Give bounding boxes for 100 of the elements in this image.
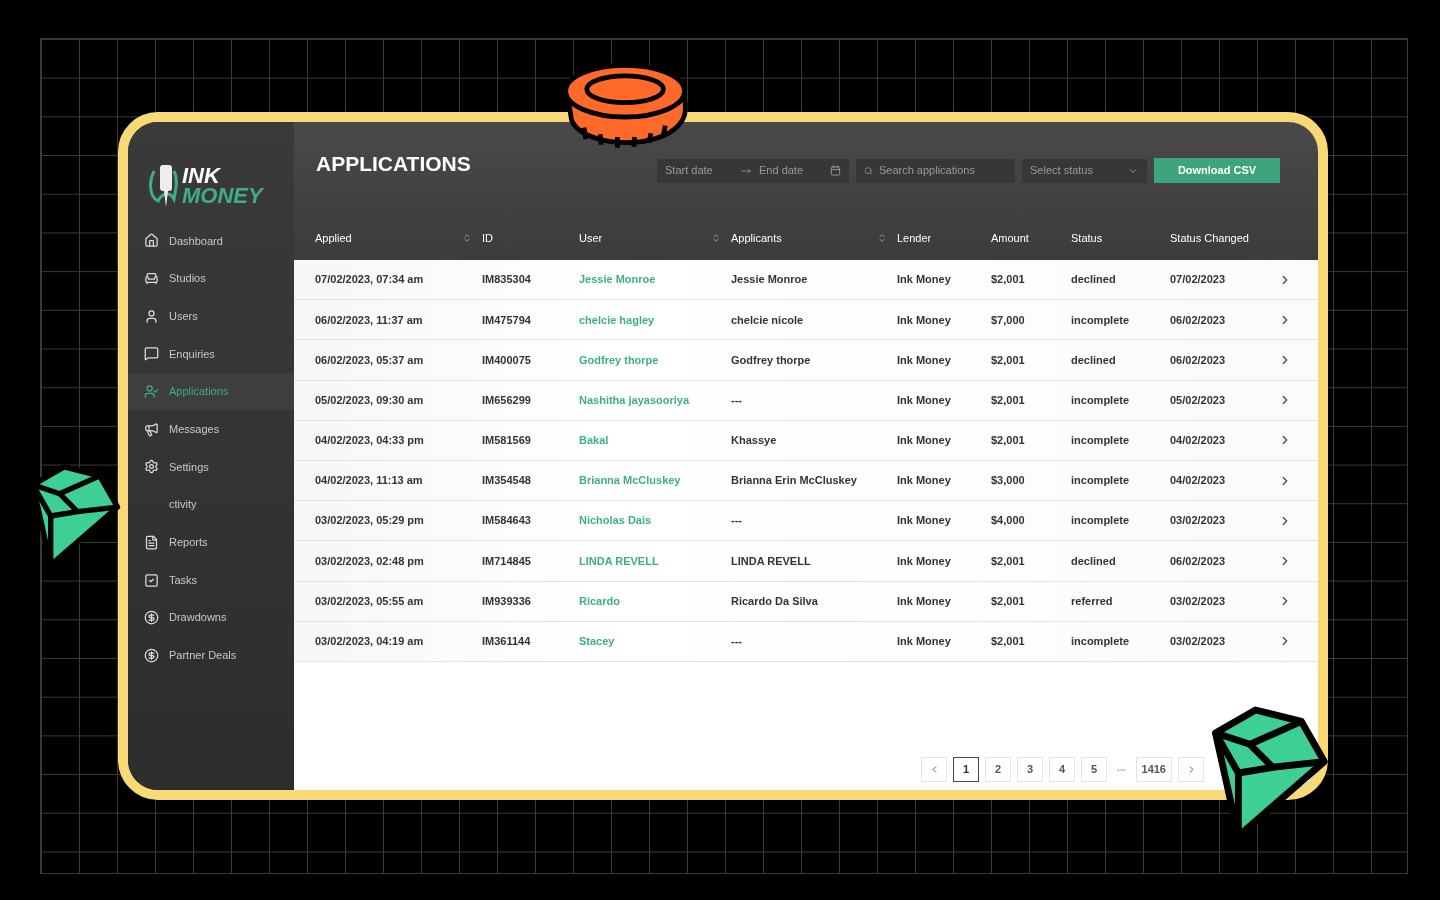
column-header[interactable]: ID — [482, 229, 493, 247]
table-cell-text: 06/02/2023, 05:37 am — [315, 352, 425, 368]
table-cell-text: $2,001 — [991, 553, 1026, 569]
sidebar-item[interactable]: Reports — [128, 523, 294, 562]
table-cell-text: $2,001 — [991, 272, 1026, 288]
table-row[interactable]: 04/02/2023, 11:13 am IM354548 Brianna McCluskey Brianna Erin McCluskey Ink Money $3,000 incomplete 04/02/2023 — [294, 460, 1318, 502]
table-cell-text: IM361144 — [482, 634, 532, 650]
end-date-placeholder: End date — [759, 163, 805, 179]
table-cell-text: $2,001 — [991, 433, 1026, 449]
page-button[interactable]: 5 — [1081, 757, 1108, 782]
table-cell-text: 06/02/2023 — [1170, 352, 1227, 368]
table-cell-text: IM584643 — [482, 513, 532, 529]
table-cell-text: $2,001 — [991, 352, 1026, 368]
column-header[interactable]: Applied — [315, 229, 352, 247]
table-cell-text: 07/02/2023, 07:34 am — [315, 272, 425, 288]
table-cell-text: IM354548 — [482, 473, 532, 489]
table-cell-text: Ink Money — [897, 513, 952, 529]
table-cell-text: declined — [1071, 272, 1117, 288]
table-cell-text: IM581569 — [482, 433, 532, 449]
calendar-icon — [830, 165, 841, 176]
date-range-field[interactable]: Start date End date — [657, 158, 849, 183]
ellipsis: ••• — [1116, 763, 1127, 776]
sort-icon[interactable] — [877, 233, 887, 243]
search-field[interactable]: Search applications — [856, 158, 1015, 183]
table-cell-text: Ink Money — [897, 392, 952, 408]
chat-icon — [144, 346, 159, 362]
user-icon — [144, 308, 159, 324]
table-cell-text: declined — [1071, 553, 1117, 569]
table-row[interactable]: 03/02/2023, 05:55 am IM939336 Ricardo Ricardo Da Silva Ink Money $2,001 referred 03/02/2023 — [294, 581, 1318, 622]
table-cell-text: 06/02/2023 — [1170, 312, 1227, 328]
sidebar-item[interactable]: Messages — [128, 410, 294, 449]
table-row[interactable]: 06/02/2023, 05:37 am IM400075 Godfrey thorpe Godfrey thorpe Ink Money $2,001 declined 06/02/2023 — [294, 340, 1318, 381]
column-header[interactable]: Amount — [991, 229, 1029, 247]
table-cell-text: 04/02/2023 — [1170, 473, 1227, 489]
table-cell-text: IM475794 — [482, 312, 532, 328]
search-icon — [864, 165, 873, 176]
table-cell-text: $3,000 — [991, 473, 1026, 489]
page-button[interactable]: 1416 — [1135, 757, 1172, 782]
table-cell-text: 04/02/2023, 11:13 am — [315, 473, 424, 489]
table-cell-text: IM400075 — [482, 352, 532, 368]
megaphone-icon — [144, 421, 159, 437]
table-cell-text: incomplete — [1071, 473, 1131, 489]
sidebar-item[interactable]: ctivity — [128, 485, 294, 524]
sidebar-item[interactable]: Settings — [128, 448, 294, 486]
sidebar-item[interactable]: Drawdowns — [128, 598, 294, 637]
column-header[interactable]: Lender — [897, 229, 932, 247]
column-header[interactable]: Status Changed — [1170, 229, 1249, 247]
table-row[interactable]: 05/02/2023, 09:30 am IM656299 Nashitha jayasooriya --- Ink Money $2,001 incomplete 05/02/2023 — [294, 380, 1318, 421]
logo-text: INK — [182, 166, 222, 186]
table-row[interactable]: 06/02/2023, 11:37 am IM475794 chelcie hagley chelcie nicole Ink Money $7,000 incomplete 06/02/2023 — [294, 300, 1318, 341]
table-cell-text: $4,000 — [991, 513, 1026, 529]
table-cell-text: Ricardo Da Silva — [731, 593, 819, 609]
sidebar-item[interactable]: Studios — [128, 259, 294, 298]
table-cell-text: incomplete — [1071, 433, 1131, 449]
sort-icon[interactable] — [462, 233, 472, 243]
table-cell-text: 05/02/2023, 09:30 am — [315, 392, 425, 408]
table-cell-text: 03/02/2023, 05:29 pm — [315, 513, 425, 529]
table-cell-text: Ink Money — [897, 634, 952, 650]
table-cell-text: Godfrey thorpe — [731, 352, 812, 368]
table-cell-text: IM714845 — [482, 553, 532, 569]
table-cell-text: chelcie nicole — [731, 312, 805, 328]
chair-icon — [144, 271, 159, 287]
table-cell-text: incomplete — [1071, 392, 1131, 408]
status-select[interactable]: Select status — [1022, 158, 1147, 183]
user-icon — [144, 384, 159, 400]
column-header[interactable]: Status — [1071, 229, 1103, 247]
table-cell-text: 06/02/2023, 11:37 am — [315, 312, 424, 328]
search-input[interactable]: Search applications — [878, 162, 1007, 179]
table-cell-text: 04/02/2023 — [1170, 433, 1227, 449]
table-cell-text: Ink Money — [897, 473, 952, 489]
page-title: APPLICATIONS — [316, 151, 471, 177]
table-cell-text: referred — [1071, 593, 1114, 609]
table-row[interactable]: 04/02/2023, 04:33 pm IM581569 Bakal Khassye Ink Money $2,001 incomplete 04/02/2023 — [294, 420, 1318, 461]
table-cell-text: 03/02/2023, 02:48 pm — [315, 553, 425, 569]
page-button[interactable]: 2 — [985, 757, 1012, 782]
sidebar-item[interactable]: Tasks — [128, 561, 294, 599]
start-date-placeholder: Start date — [665, 163, 714, 179]
page-button[interactable]: 3 — [1017, 757, 1044, 782]
sidebar-item[interactable]: Partner Deals — [128, 636, 294, 675]
sidebar-item[interactable]: Applications — [128, 372, 294, 411]
table-cell-text: $2,001 — [991, 593, 1026, 609]
table-row[interactable]: 07/02/2023, 07:34 am IM835304 Jessie Monroe Jessie Monroe Ink Money $2,001 declined 07/02/2023 — [294, 260, 1318, 301]
table-cell-text: --- — [731, 513, 743, 529]
column-header[interactable]: Applicants — [731, 229, 782, 247]
page-button[interactable]: 4 — [1049, 757, 1076, 782]
page-button[interactable]: 1 — [953, 757, 980, 782]
sidebar-item[interactable]: Users — [128, 297, 294, 336]
table-cell-text: Khassye — [731, 433, 778, 449]
table-row[interactable]: 03/02/2023, 02:48 pm IM714845 LINDA REVELL LINDA REVELL Ink Money $2,001 declined 06/02/2023 — [294, 541, 1318, 582]
sidebar-item[interactable]: Dashboard — [128, 222, 294, 260]
table-row[interactable]: 03/02/2023, 05:29 pm IM584643 Nicholas Dais --- Ink Money $4,000 incomplete 03/02/2023 — [294, 501, 1318, 542]
table-cell-text: 06/02/2023 — [1170, 553, 1227, 569]
table-cell-text: Jessie Monroe — [731, 272, 809, 288]
sidebar-item[interactable]: Enquiries — [128, 335, 294, 373]
sort-icon[interactable] — [711, 233, 721, 243]
table-cell-text: incomplete — [1071, 513, 1131, 529]
table-row[interactable]: 03/02/2023, 04:19 am IM361144 Stacey --- Ink Money $2,001 incomplete 03/02/2023 — [294, 621, 1318, 662]
table-cell-text: Ink Money — [897, 272, 952, 288]
home-icon — [144, 233, 159, 249]
column-header[interactable]: User — [579, 229, 603, 247]
